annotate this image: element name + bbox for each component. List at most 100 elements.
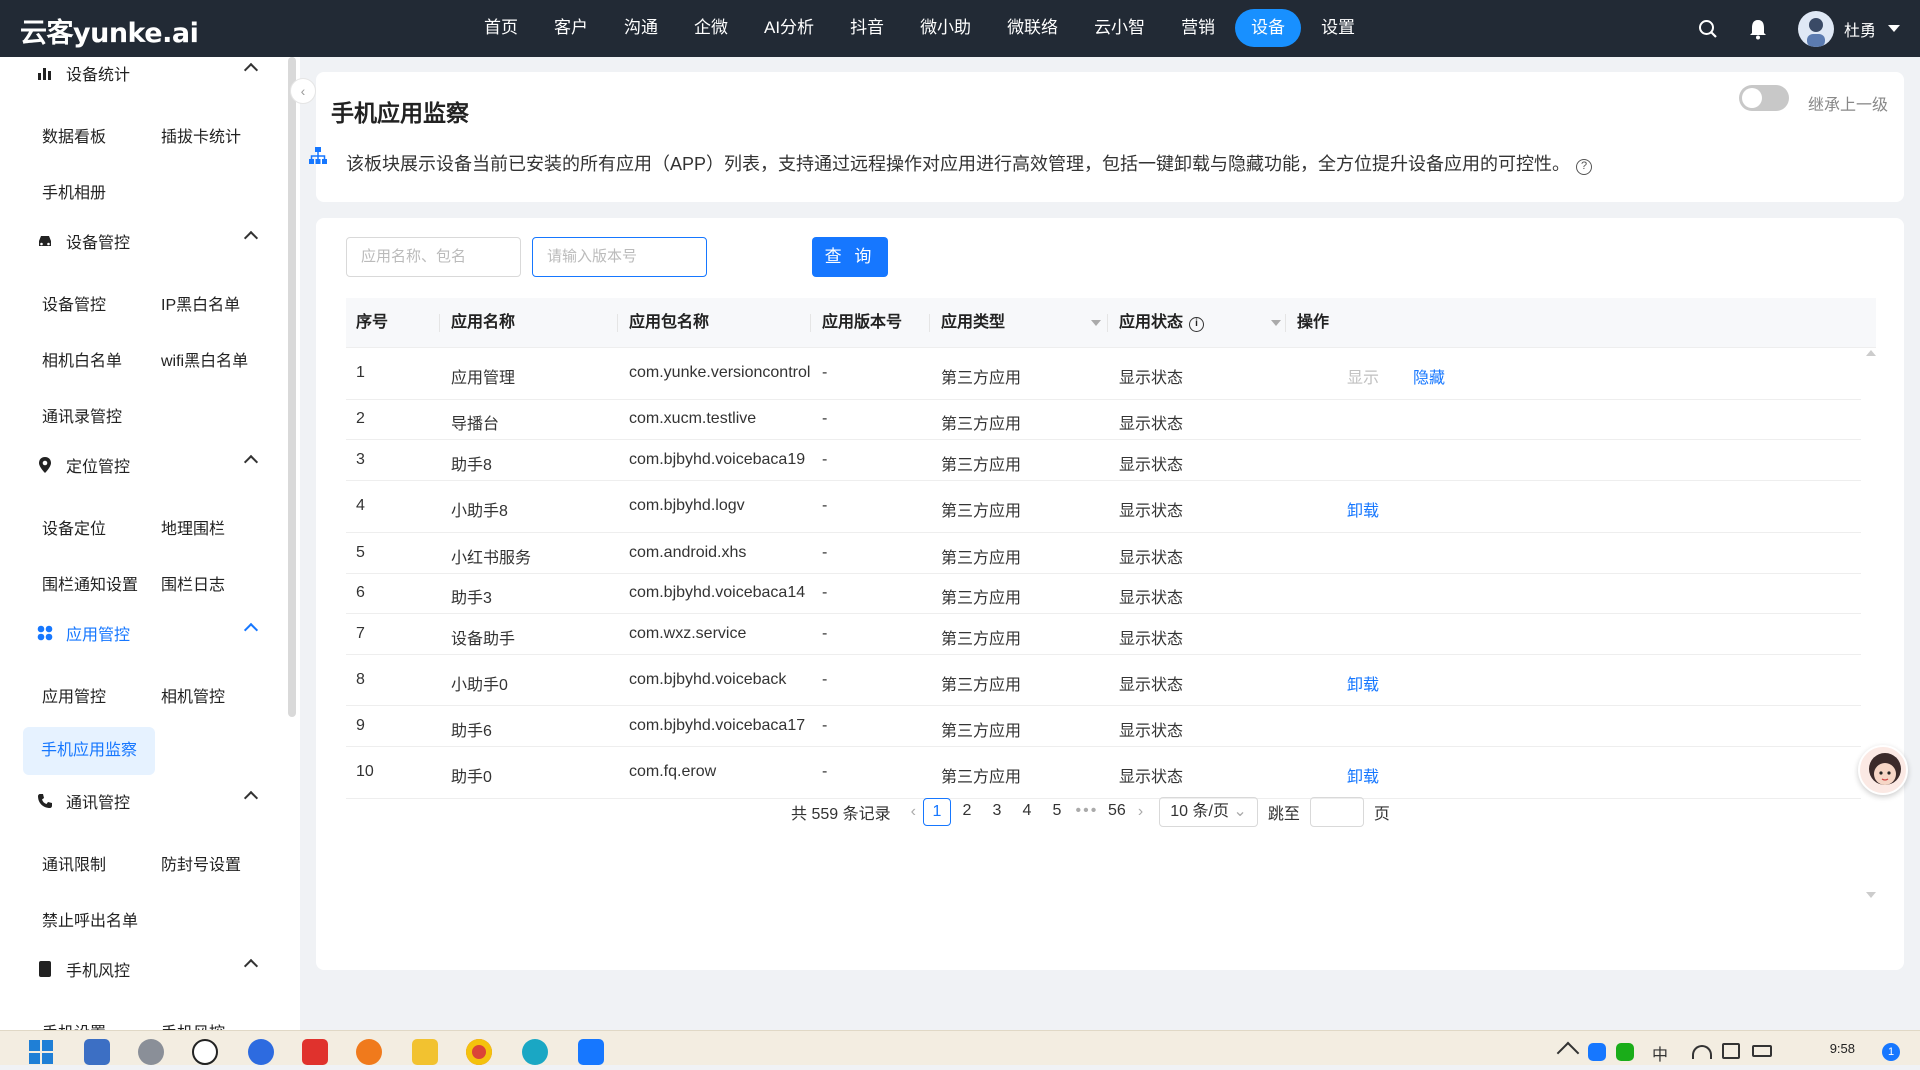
assistant-avatar[interactable] bbox=[1858, 745, 1908, 795]
nav-item-11[interactable]: 设置 bbox=[1305, 9, 1371, 47]
action-uninstall-button[interactable]: 卸载 bbox=[1347, 671, 1379, 695]
avatar[interactable] bbox=[1797, 10, 1834, 47]
edge-icon[interactable] bbox=[522, 1039, 548, 1065]
sidebar-item[interactable]: 手机应用监察 bbox=[23, 727, 156, 775]
windows-start-icon[interactable] bbox=[28, 1039, 54, 1065]
page-size-select[interactable]: 10 条/页 ⌄ bbox=[1159, 797, 1258, 827]
page-ellipsis[interactable]: ••• bbox=[1073, 798, 1101, 826]
sidebar-item[interactable]: 防封号设置 bbox=[161, 851, 241, 875]
nav-item-0[interactable]: 首页 bbox=[468, 9, 534, 47]
settings-gear-icon[interactable] bbox=[138, 1039, 164, 1065]
chrome-icon[interactable] bbox=[466, 1039, 492, 1065]
chevron-up-icon[interactable] bbox=[243, 230, 259, 246]
sidebar-item[interactable]: 数据看板 bbox=[42, 123, 106, 147]
inherit-toggle[interactable] bbox=[1739, 85, 1789, 111]
sidebar-group-2[interactable]: 定位管控 bbox=[36, 453, 259, 477]
chevron-up-icon[interactable] bbox=[243, 454, 259, 470]
sidebar-group-0[interactable]: 设备统计 bbox=[36, 61, 259, 85]
nav-item-3[interactable]: 企微 bbox=[678, 9, 744, 47]
notepad-icon[interactable] bbox=[84, 1039, 110, 1065]
prev-page-icon[interactable]: ‹ bbox=[911, 803, 916, 821]
chevron-up-icon[interactable] bbox=[243, 622, 259, 638]
collapse-sidebar-button[interactable]: ‹ bbox=[290, 78, 316, 104]
sidebar-item[interactable]: 手机设置 bbox=[42, 1019, 106, 1030]
sidebar-group-5[interactable]: 手机风控 bbox=[36, 957, 259, 981]
sidebar-item[interactable]: IP黑白名单 bbox=[161, 291, 240, 315]
sidebar-item[interactable]: 手机风控 bbox=[161, 1019, 225, 1030]
search-icon[interactable] bbox=[1696, 17, 1720, 41]
chevron-up-icon[interactable] bbox=[243, 62, 259, 78]
nav-item-6[interactable]: 微小助 bbox=[904, 9, 987, 47]
page-56[interactable]: 56 bbox=[1103, 798, 1131, 826]
sidebar-item[interactable]: 设备管控 bbox=[42, 291, 106, 315]
sidebar-item[interactable]: 相机白名单 bbox=[42, 347, 122, 371]
browser-icon[interactable] bbox=[248, 1039, 274, 1065]
table-scroll-up-icon[interactable] bbox=[1866, 350, 1876, 356]
sidebar-group-3[interactable]: 应用管控 bbox=[36, 621, 259, 645]
sidebar-group-4[interactable]: 通讯管控 bbox=[36, 789, 259, 813]
ime-indicator[interactable]: 中 bbox=[1652, 1041, 1668, 1065]
nav-item-1[interactable]: 客户 bbox=[538, 9, 604, 47]
jump-page-input[interactable] bbox=[1309, 797, 1364, 827]
action-hide-button[interactable]: 隐藏 bbox=[1413, 364, 1445, 388]
logo[interactable]: 云客yunke.ai bbox=[20, 11, 199, 50]
action-show-button[interactable]: 显示 bbox=[1347, 364, 1379, 388]
page-3[interactable]: 3 bbox=[983, 798, 1011, 826]
volume-icon[interactable] bbox=[1722, 1043, 1740, 1059]
tray-app-icon[interactable] bbox=[1588, 1043, 1606, 1061]
nav-item-7[interactable]: 微联络 bbox=[991, 9, 1074, 47]
sidebar-item[interactable]: 围栏日志 bbox=[161, 571, 225, 595]
help-icon[interactable]: ? bbox=[1576, 159, 1593, 175]
wps-icon[interactable] bbox=[302, 1039, 328, 1065]
sidebar-group-1[interactable]: 设备管控 bbox=[36, 229, 259, 253]
tray-up-icon[interactable] bbox=[1556, 1041, 1580, 1065]
sidebar-item[interactable]: 相机管控 bbox=[161, 683, 225, 707]
nav-item-9[interactable]: 营销 bbox=[1165, 9, 1231, 47]
wifi-icon[interactable] bbox=[1692, 1045, 1712, 1059]
clock[interactable]: 9:58 bbox=[1830, 1041, 1855, 1056]
sidebar-item[interactable]: 禁止呼出名单 bbox=[42, 907, 138, 931]
page-5[interactable]: 5 bbox=[1043, 798, 1071, 826]
sidebar-item[interactable]: 围栏通知设置 bbox=[42, 571, 138, 595]
sidebar-item[interactable]: 手机相册 bbox=[42, 179, 106, 203]
sidebar-item[interactable]: 通讯限制 bbox=[42, 851, 106, 875]
page-2[interactable]: 2 bbox=[953, 798, 981, 826]
wechat-icon[interactable] bbox=[1616, 1043, 1634, 1061]
column-header-4[interactable]: 应用类型 bbox=[941, 298, 1005, 348]
chevron-down-icon[interactable] bbox=[1888, 25, 1900, 32]
type-filter-icon[interactable] bbox=[1091, 320, 1101, 326]
sidebar-item[interactable]: wifi黑白名单 bbox=[161, 347, 248, 371]
folder-icon[interactable] bbox=[412, 1039, 438, 1065]
sidebar-item[interactable]: 应用管控 bbox=[42, 683, 106, 707]
table-scroll-down-icon[interactable] bbox=[1866, 892, 1876, 898]
nav-item-8[interactable]: 云小智 bbox=[1078, 9, 1161, 47]
nav-item-4[interactable]: AI分析 bbox=[748, 9, 830, 47]
page-1[interactable]: 1 bbox=[922, 798, 951, 826]
column-header-5[interactable]: 应用状态 i bbox=[1119, 298, 1205, 348]
sidebar-item[interactable]: 插拔卡统计 bbox=[161, 123, 241, 147]
panda-app-icon[interactable] bbox=[192, 1039, 218, 1065]
notification-badge[interactable]: 1 bbox=[1882, 1043, 1900, 1061]
sidebar-item[interactable]: 通讯录管控 bbox=[42, 403, 122, 427]
action-uninstall-button[interactable]: 卸载 bbox=[1347, 763, 1379, 787]
sidebar-scrollbar[interactable] bbox=[288, 57, 296, 717]
info-icon[interactable]: i bbox=[1189, 317, 1205, 332]
page-4[interactable]: 4 bbox=[1013, 798, 1041, 826]
action-uninstall-button[interactable]: 卸载 bbox=[1347, 497, 1379, 521]
sidebar-item[interactable]: 设备定位 bbox=[42, 515, 106, 539]
next-page-icon[interactable]: › bbox=[1138, 803, 1143, 821]
nav-item-5[interactable]: 抖音 bbox=[834, 9, 900, 47]
status-filter-icon[interactable] bbox=[1271, 320, 1281, 326]
nav-item-10[interactable]: 设备 bbox=[1235, 9, 1302, 47]
bell-icon[interactable] bbox=[1746, 17, 1770, 41]
nav-item-2[interactable]: 沟通 bbox=[608, 9, 674, 47]
app-arrow-icon[interactable] bbox=[578, 1039, 604, 1065]
battery-icon[interactable] bbox=[1752, 1045, 1772, 1057]
user-name[interactable]: 杜勇 bbox=[1844, 17, 1876, 41]
chevron-up-icon[interactable] bbox=[243, 790, 259, 806]
firefox-icon[interactable] bbox=[356, 1039, 382, 1065]
query-button[interactable]: 查 询 bbox=[812, 237, 888, 277]
version-input[interactable]: 请输入版本号 bbox=[532, 237, 707, 277]
chevron-up-icon[interactable] bbox=[243, 958, 259, 974]
app-name-input[interactable]: 应用名称、包名 bbox=[346, 237, 521, 277]
